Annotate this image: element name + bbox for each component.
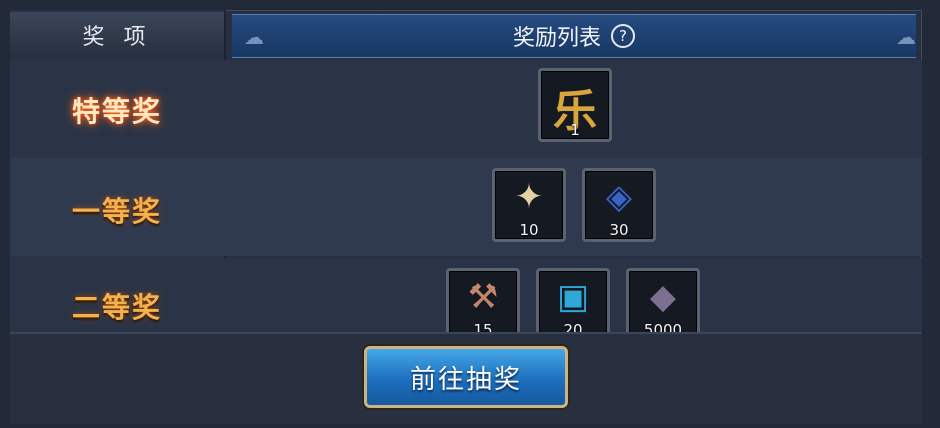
jade-charm-icon: ✦ [514,177,544,217]
anvil-hammer-icon: ⚒ [467,277,499,317]
tier-row-first: 一等奖 ✦ 10 ◈ 30 [10,158,922,256]
reward-quantity: 5000 [643,321,683,332]
go-draw-button[interactable]: 前往抽奖 [364,346,568,408]
reward-quantity: 20 [563,321,583,332]
blue-scroll-icon: ▣ [556,277,590,317]
reward-item[interactable]: ◈ 30 [582,168,656,242]
reward-item[interactable]: ✦ 10 [492,168,566,242]
reward-items-second: ⚒ 15 ▣ 20 ◆ 5000 [236,258,922,332]
help-icon[interactable]: ? [611,24,635,48]
reward-item[interactable]: ⚒ 15 [446,268,520,332]
tier-header-label: 奖 项 [82,25,152,50]
reward-item[interactable]: ▣ 20 [536,268,610,332]
reward-quantity: 10 [519,221,539,239]
cloud-ornament-left-icon: ☁ [244,25,264,49]
tier-label-special: 特等奖 [71,95,162,128]
tier-row-special: 特等奖 乐 1 [10,60,922,158]
reward-item[interactable]: 乐 1 [538,68,612,142]
tier-label-second: 二等奖 [71,291,162,324]
reward-item[interactable]: ◆ 5000 [626,268,700,332]
reward-items-first: ✦ 10 ◈ 30 [236,158,922,256]
reward-list-header: ☁ 奖励列表 ? ☁ [232,14,916,58]
reward-quantity: 30 [609,221,629,239]
reward-list-title: 奖励列表 [512,26,601,51]
reward-items-special: 乐 1 [236,60,922,158]
reward-quantity: 15 [473,321,493,332]
cloud-ornament-right-icon: ☁ [896,25,916,49]
reward-quantity: 1 [570,121,580,139]
tier-column-header: 奖 项 [10,12,224,58]
tier-label-first: 一等奖 [71,195,162,228]
tier-row-second: 二等奖 ⚒ 15 ▣ 20 ◆ 5000 [10,258,922,332]
sapphire-emblem-icon: ◈ [605,177,633,217]
purple-ore-icon: ◆ [649,277,677,317]
